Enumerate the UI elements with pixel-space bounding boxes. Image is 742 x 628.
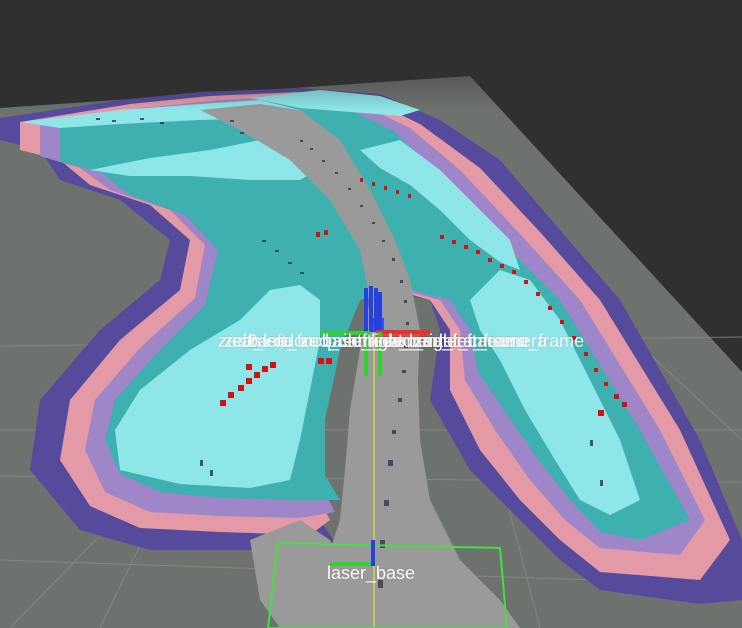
scene-canvas[interactable]: [0, 0, 742, 628]
tf-label-laser-base: laser_base: [327, 563, 416, 583]
rviz-3d-viewport[interactable]: zed2 zed_left camera base_footprint odom…: [0, 0, 742, 628]
far-fade: [0, 60, 742, 110]
tf-label: zed_left_camera: [414, 331, 548, 351]
tf-frame-labels-overlapping: zed2 zed_left camera base_footprint odom…: [218, 331, 584, 355]
